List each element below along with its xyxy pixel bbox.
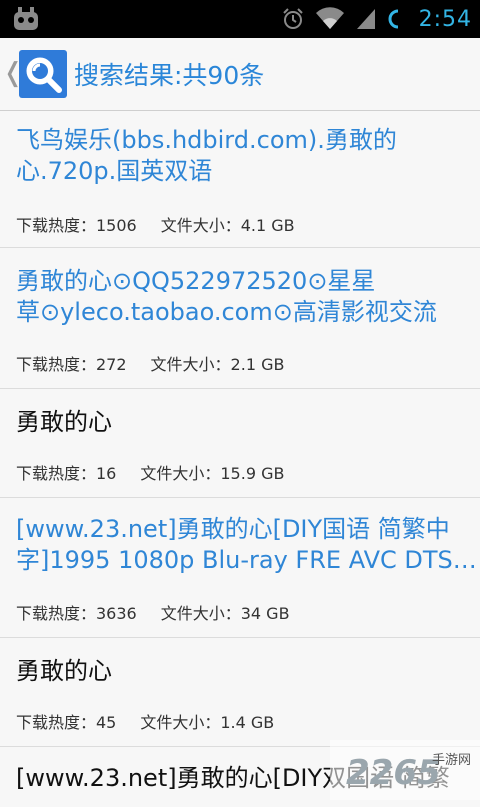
list-item[interactable]: [www.23.net]勇敢的心[DIY国语 简繁中 字]1995 1080p … <box>0 498 480 638</box>
svg-text:手游网: 手游网 <box>432 753 471 768</box>
download-heat: 下载热度：16 <box>16 464 117 483</box>
wifi-icon <box>315 7 344 29</box>
result-title[interactable]: 飞鸟娱乐(bbs.hdbird.com).勇敢的 心.720p.国英双语 <box>16 125 397 187</box>
result-meta: 下载热度：1506 文件大小：4.1 GB <box>16 212 295 236</box>
alarm-icon <box>282 8 303 29</box>
file-size: 文件大小：1.4 GB <box>140 713 275 732</box>
result-meta: 下载热度：45 文件大小：1.4 GB <box>16 709 274 733</box>
file-size: 文件大小：4.1 GB <box>160 216 295 235</box>
file-size: 文件大小：15.9 GB <box>140 464 285 483</box>
list-item[interactable]: 勇敢的心⊙QQ522972520⊙星星 草⊙yleco.taobao.com⊙高… <box>0 248 480 389</box>
result-meta: 下载热度：272 文件大小：2.1 GB <box>16 351 284 375</box>
result-title[interactable]: 勇敢的心⊙QQ522972520⊙星星 草⊙yleco.taobao.com⊙高… <box>16 266 437 328</box>
list-item[interactable]: 飞鸟娱乐(bbs.hdbird.com).勇敢的 心.720p.国英双语 下载热… <box>0 111 480 248</box>
android-debug-icon <box>14 7 38 30</box>
result-meta: 下载热度：3636 文件大小：34 GB <box>16 600 290 624</box>
download-heat: 下载热度：272 <box>16 355 127 374</box>
result-title[interactable]: 勇敢的心 <box>16 407 112 438</box>
search-app-icon[interactable] <box>19 50 67 98</box>
result-title[interactable]: 勇敢的心 <box>16 656 112 687</box>
signal-icon <box>356 9 375 29</box>
battery-icon <box>388 9 408 29</box>
results-list: 飞鸟娱乐(bbs.hdbird.com).勇敢的 心.720p.国英双语 下载热… <box>0 111 480 807</box>
status-bar: 2:54 <box>0 0 480 38</box>
download-heat: 下载热度：45 <box>16 713 117 732</box>
result-title[interactable]: [www.23.net]勇敢的心[DIY国语 简繁中 字]1995 1080p … <box>16 514 477 576</box>
result-meta: 下载热度：16 文件大小：15.9 GB <box>16 460 284 484</box>
download-heat: 下载热度：1506 <box>16 216 137 235</box>
download-heat: 下载热度：3636 <box>16 604 137 623</box>
svg-text:2265: 2265 <box>346 753 441 793</box>
clock: 2:54 <box>418 6 472 32</box>
list-item[interactable]: 勇敢的心 下载热度：16 文件大小：15.9 GB <box>0 389 480 498</box>
page-title: 搜索结果:共90条 <box>74 61 265 90</box>
file-size: 文件大小：2.1 GB <box>150 355 285 374</box>
file-size: 文件大小：34 GB <box>160 604 290 623</box>
action-bar: ❬ 搜索结果:共90条 <box>0 38 480 111</box>
site-watermark-logo: 2265 手游网 <box>330 740 480 800</box>
list-item[interactable]: 勇敢的心 下载热度：45 文件大小：1.4 GB <box>0 638 480 747</box>
magnifier-icon <box>26 57 62 93</box>
